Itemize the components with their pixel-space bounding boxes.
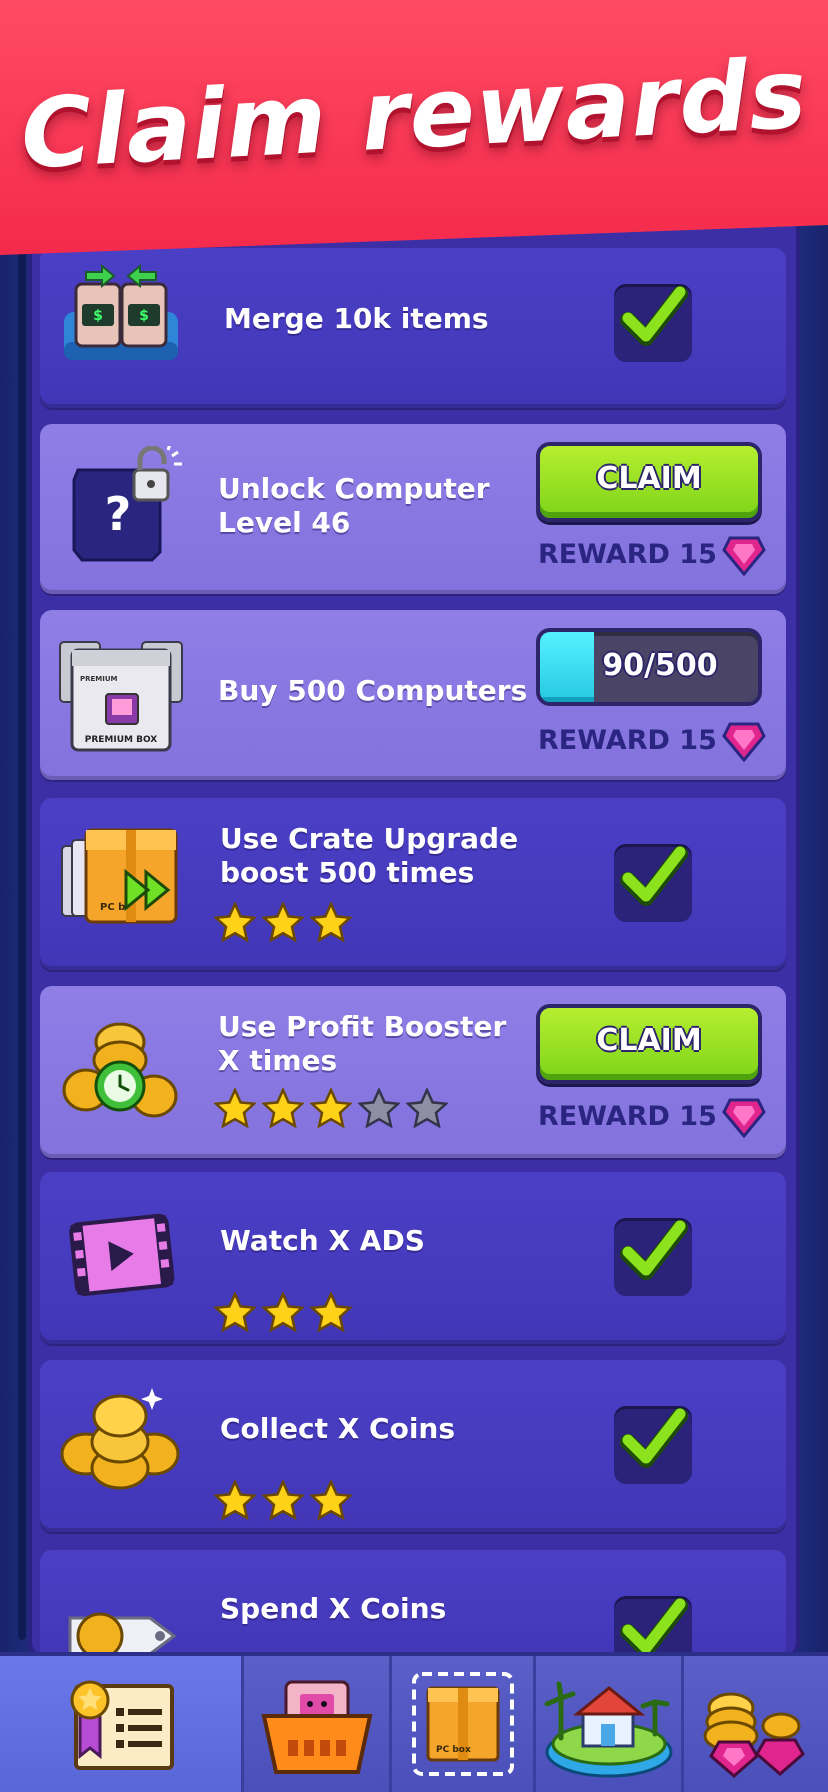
svg-text:$: $ — [93, 308, 103, 324]
completed-check — [614, 284, 692, 362]
quests-icon — [70, 1680, 174, 1770]
star-rating — [214, 1480, 352, 1528]
island-house-icon — [544, 1681, 672, 1778]
gem-icon — [722, 722, 766, 762]
claim-button[interactable]: CLAIM — [536, 442, 762, 522]
gem-icon — [722, 1098, 766, 1138]
profit-booster-icon — [56, 1012, 186, 1132]
page-title: Claim rewards — [18, 37, 810, 191]
svg-text:PREMIUM: PREMIUM — [80, 675, 118, 683]
quest-row-crate-upgrade: PC b Use Crate Upgrade boost 500 times — [40, 798, 786, 970]
checkmark-icon — [620, 846, 688, 906]
star-rating — [214, 1088, 448, 1136]
video-ad-icon — [56, 1202, 186, 1322]
shop-basket-icon — [261, 1680, 372, 1774]
star-filled-icon — [214, 902, 256, 943]
quest-title: Use Crate Upgrade boost 500 times — [220, 822, 519, 889]
scrollbar-track[interactable] — [16, 220, 28, 1640]
quests-screen: Claim rewards $ $ Merge 10k items ? Unlo… — [0, 0, 828, 1792]
progress-text: 90/500 — [602, 648, 718, 683]
title-banner: Claim rewards — [0, 0, 828, 255]
completed-check — [614, 844, 692, 922]
completed-check — [614, 1218, 692, 1296]
bottom-nav: PC box — [0, 1652, 828, 1792]
quest-row-collect-coins: Collect X Coins — [40, 1360, 786, 1532]
svg-text:PC box: PC box — [436, 1745, 471, 1755]
premium-box-icon: PREMIUM PREMIUM BOX — [56, 626, 186, 752]
quest-title: Collect X Coins — [220, 1412, 456, 1445]
quest-row-unlock-computer: ? Unlock Computer Level 46 CLAIM REWARD … — [40, 424, 786, 594]
quest-row-merge-items: $ $ Merge 10k items — [40, 248, 786, 408]
svg-text:PC b: PC b — [100, 902, 125, 913]
gem-icon — [722, 536, 766, 576]
nav-tab-shop[interactable] — [244, 1656, 392, 1792]
coin-tag-icon — [56, 1584, 186, 1660]
completed-check — [614, 1406, 692, 1484]
star-rating — [214, 902, 352, 950]
svg-text:?: ? — [105, 487, 132, 541]
coin-stack-icon — [56, 1382, 186, 1502]
reward-label: REWARD 15 — [538, 720, 778, 762]
star-filled-icon — [262, 1480, 304, 1521]
star-filled-icon — [310, 1480, 352, 1521]
reward-label: REWARD 15 — [538, 534, 778, 576]
checkmark-icon — [620, 1598, 688, 1658]
star-filled-icon — [262, 1088, 304, 1129]
pc-box-icon: PC box — [411, 1672, 514, 1776]
checkmark-icon — [620, 286, 688, 346]
quest-row-profit-booster: Use Profit Booster X times CLAIM REWARD … — [40, 986, 786, 1158]
quest-title: Watch X ADS — [220, 1224, 425, 1257]
crate-boost-icon: PC b — [56, 824, 186, 944]
reward-label: REWARD 15 — [538, 1096, 778, 1138]
star-filled-icon — [262, 1292, 304, 1333]
star-filled-icon — [310, 1088, 352, 1129]
star-empty-icon — [358, 1088, 400, 1129]
quest-row-watch-ads: Watch X ADS — [40, 1172, 786, 1344]
nav-tab-quests[interactable] — [0, 1656, 244, 1792]
nav-tab-coins-gems[interactable] — [684, 1656, 828, 1792]
coins-gems-icon — [703, 1692, 805, 1778]
star-filled-icon — [214, 1088, 256, 1129]
quest-row-buy-computers: PREMIUM PREMIUM BOX Buy 500 Computers 90… — [40, 610, 786, 780]
merge-computer-icon: $ $ — [56, 262, 186, 382]
checkmark-icon — [620, 1408, 688, 1468]
star-filled-icon — [310, 1292, 352, 1333]
quest-title: Unlock Computer Level 46 — [218, 472, 490, 539]
locked-computer-icon: ? — [56, 443, 186, 566]
star-filled-icon — [214, 1480, 256, 1521]
quest-title: Merge 10k items — [224, 302, 489, 335]
checkmark-icon — [620, 1220, 688, 1280]
nav-tab-pc-box[interactable]: PC box — [392, 1656, 536, 1792]
quest-row-spend-coins: Spend X Coins — [40, 1550, 786, 1660]
svg-text:$: $ — [139, 308, 149, 324]
quest-title: Spend X Coins — [220, 1592, 447, 1625]
star-rating — [214, 1292, 352, 1340]
star-filled-icon — [214, 1292, 256, 1333]
star-empty-icon — [406, 1088, 448, 1129]
svg-text:PREMIUM BOX: PREMIUM BOX — [85, 735, 158, 745]
quest-title: Buy 500 Computers — [218, 674, 528, 707]
nav-tab-island[interactable] — [536, 1656, 684, 1792]
progress-bar: 90/500 — [536, 628, 762, 706]
star-filled-icon — [310, 902, 352, 943]
completed-check — [614, 1596, 692, 1660]
quest-title: Use Profit Booster X times — [218, 1010, 507, 1077]
star-filled-icon — [262, 902, 304, 943]
claim-button[interactable]: CLAIM — [536, 1004, 762, 1084]
